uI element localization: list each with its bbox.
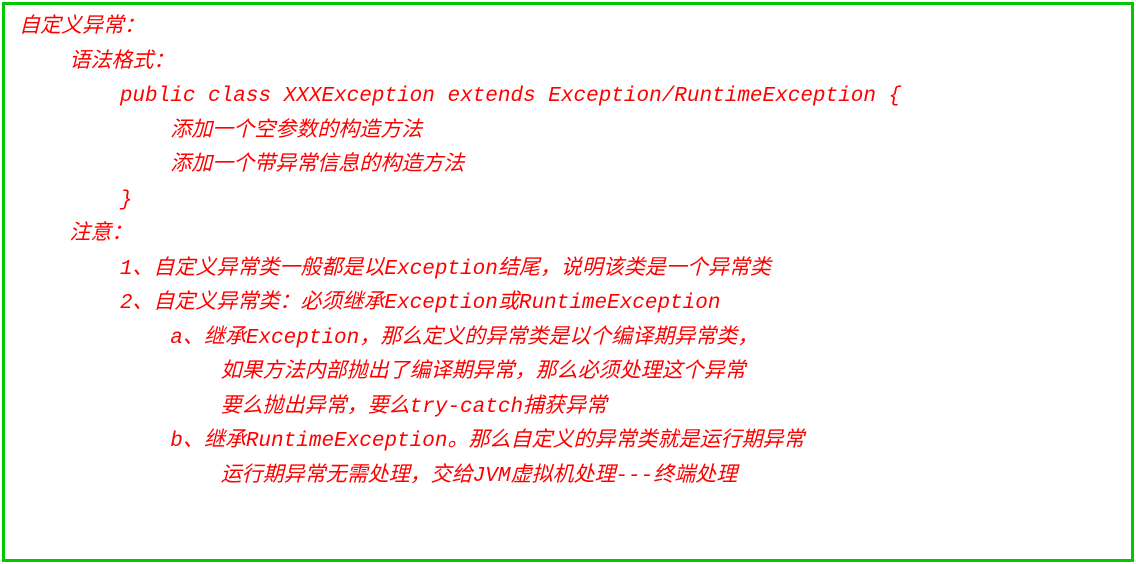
comment-line-1: 自定义异常： xyxy=(19,11,1117,46)
comment-line-8: 1、自定义异常类一般都是以Exception结尾，说明该类是一个异常类 xyxy=(19,253,1117,288)
comment-line-5: 添加一个带异常信息的构造方法 xyxy=(19,149,1117,184)
comment-line-3: public class XXXException extends Except… xyxy=(19,80,1117,115)
comment-line-9: 2、自定义异常类：必须继承Exception或RuntimeException xyxy=(19,287,1117,322)
comment-line-11: 如果方法内部抛出了编译期异常，那么必须处理这个异常 xyxy=(19,356,1117,391)
code-comment-block: 自定义异常： 语法格式： public class XXXException e… xyxy=(2,2,1134,562)
comment-line-14: 运行期异常无需处理，交给JVM虚拟机处理---终端处理 xyxy=(19,460,1117,495)
comment-line-4: 添加一个空参数的构造方法 xyxy=(19,115,1117,150)
comment-line-12: 要么抛出异常，要么try-catch捕获异常 xyxy=(19,391,1117,426)
comment-line-10: a、继承Exception，那么定义的异常类是以个编译期异常类， xyxy=(19,322,1117,357)
comment-line-6: } xyxy=(19,184,1117,219)
comment-line-7: 注意： xyxy=(19,218,1117,253)
comment-line-2: 语法格式： xyxy=(19,46,1117,81)
comment-line-13: b、继承RuntimeException。那么自定义的异常类就是运行期异常 xyxy=(19,425,1117,460)
